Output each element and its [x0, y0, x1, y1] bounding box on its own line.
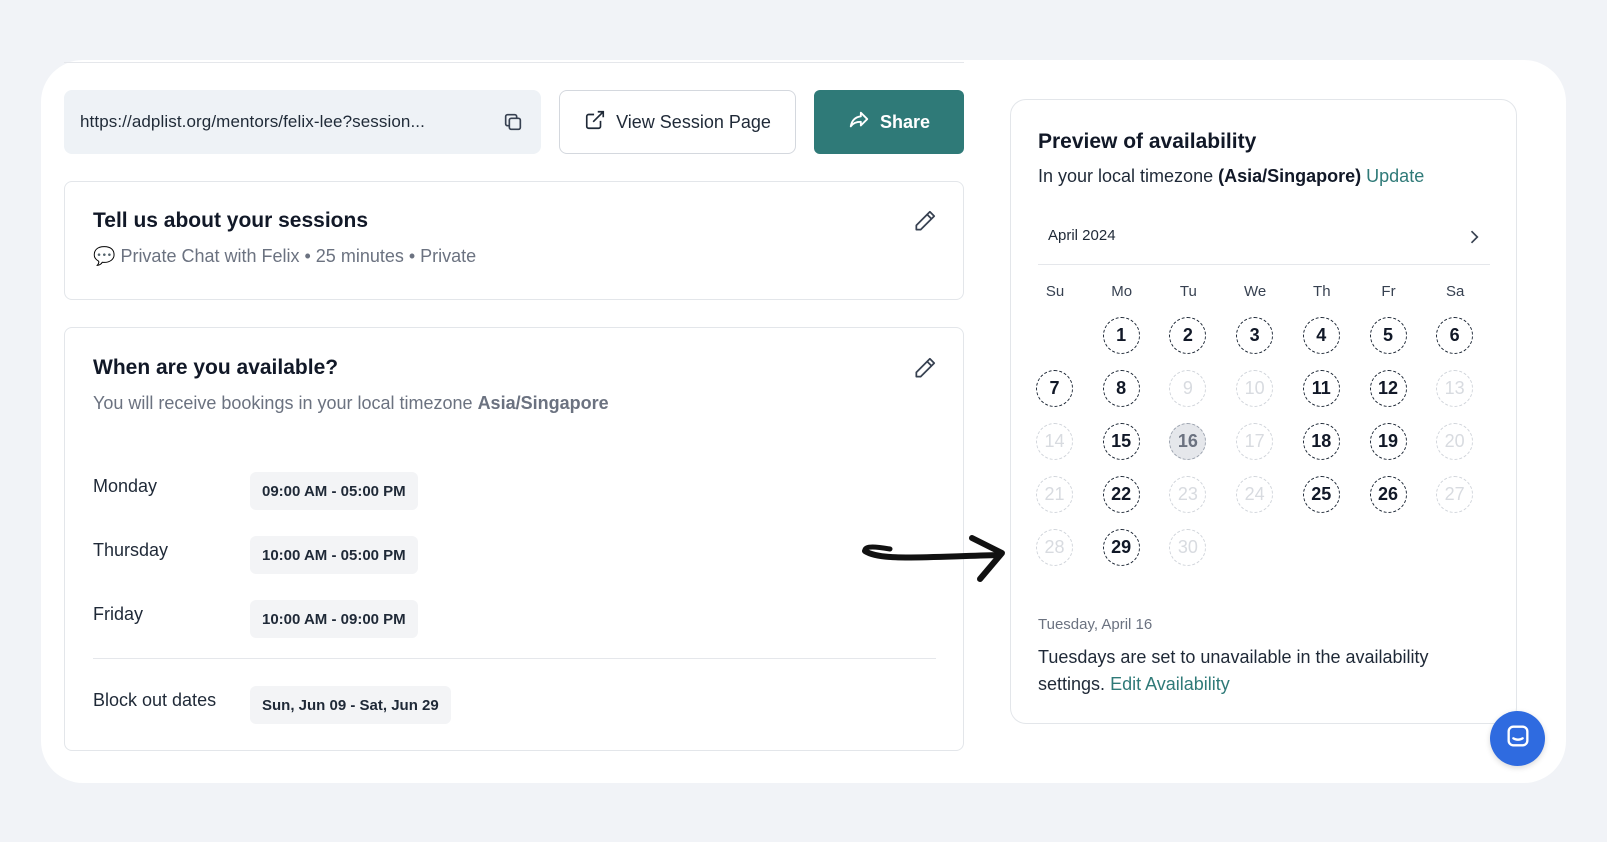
chevron-right-icon[interactable]	[1464, 227, 1484, 247]
sessions-title: Tell us about your sessions	[93, 209, 369, 232]
availability-timezone: Asia/Singapore	[477, 393, 609, 413]
edit-sessions-pencil-icon[interactable]	[912, 208, 938, 234]
calendar-day: 17	[1236, 423, 1274, 460]
schedule-row-friday: Friday 10:00 AM - 09:00 PM	[93, 600, 933, 644]
weekday-header: Fr	[1381, 283, 1396, 300]
preview-title: Preview of availability	[1038, 130, 1257, 153]
weekday-header: Tu	[1179, 283, 1197, 300]
calendar-day[interactable]: 3	[1236, 317, 1274, 354]
calendar-day[interactable]: 8	[1102, 370, 1140, 407]
blockout-row: Block out dates Sun, Jun 09 - Sat, Jun 2…	[93, 686, 933, 730]
calendar-month-header: April 2024	[1038, 215, 1490, 265]
blockout-label: Block out dates	[93, 690, 217, 710]
blockout-chip: Sun, Jun 09 - Sat, Jun 29	[250, 686, 451, 724]
chat-bubble-icon: 💬	[93, 246, 116, 266]
weekday-header: We	[1243, 283, 1267, 300]
divider	[64, 62, 964, 63]
copy-icon[interactable]	[501, 110, 525, 134]
arrow-icon	[862, 535, 1005, 582]
calendar-day: 24	[1236, 476, 1274, 513]
weekday-header: Mo	[1111, 283, 1133, 300]
share-icon	[848, 109, 870, 136]
availability-note-text: Tuesdays are set to unavailable in the a…	[1038, 647, 1429, 694]
calendar-day: 27	[1436, 476, 1474, 513]
calendar-day[interactable]: 16	[1169, 423, 1207, 460]
schedule-divider	[93, 658, 936, 659]
session-url-text: https://adplist.org/mentors/felix-lee?se…	[80, 112, 425, 131]
schedule-row-monday: Monday 09:00 AM - 05:00 PM	[93, 472, 933, 516]
schedule-day: Friday	[93, 604, 144, 624]
calendar-day[interactable]: 1	[1102, 317, 1140, 354]
availability-subtitle: You will receive bookings in your local …	[93, 393, 609, 414]
calendar-day[interactable]: 2	[1169, 317, 1207, 354]
schedule-time-chip: 09:00 AM - 05:00 PM	[250, 472, 418, 510]
sessions-subtitle-text: Private Chat with Felix • 25 minutes • P…	[120, 246, 477, 266]
schedule-time-chip: 10:00 AM - 09:00 PM	[250, 600, 418, 638]
calendar-day[interactable]: 11	[1302, 370, 1340, 407]
external-link-icon	[584, 109, 606, 136]
sessions-subtitle: 💬 Private Chat with Felix • 25 minutes •…	[93, 246, 476, 267]
share-label: Share	[879, 111, 931, 132]
preview-timezone: In your local timezone (Asia/Singapore) …	[1038, 166, 1424, 187]
schedule-day: Monday	[93, 476, 158, 496]
update-timezone-link[interactable]: Update	[1366, 166, 1424, 186]
calendar-day[interactable]: 4	[1302, 317, 1340, 354]
availability-panel: When are you available? You will receive…	[64, 327, 964, 751]
chat-icon	[1504, 722, 1532, 755]
calendar-day[interactable]: 22	[1102, 476, 1140, 513]
calendar-day: 14	[1036, 423, 1073, 460]
view-session-label: View Session Page	[616, 111, 771, 132]
calendar-day[interactable]: 29	[1102, 529, 1140, 566]
calendar-day: 20	[1436, 423, 1474, 460]
availability-title: When are you available?	[93, 356, 339, 379]
calendar-day[interactable]: 19	[1369, 423, 1407, 460]
edit-availability-link[interactable]: Edit Availability	[1110, 674, 1230, 694]
weekday-header: Su	[1045, 283, 1065, 300]
calendar-day: 9	[1169, 370, 1207, 407]
weekday-header: Sa	[1446, 283, 1465, 300]
calendar-day: 13	[1436, 370, 1474, 407]
sessions-panel: Tell us about your sessions 💬 Private Ch…	[64, 181, 964, 300]
availability-note: Tuesdays are set to unavailable in the a…	[1038, 644, 1478, 698]
view-session-page-button[interactable]: View Session Page	[559, 90, 796, 154]
calendar-day: 30	[1169, 529, 1207, 566]
calendar-day[interactable]: 12	[1369, 370, 1407, 407]
calendar-day[interactable]: 18	[1302, 423, 1340, 460]
edit-availability-pencil-icon[interactable]	[912, 355, 938, 381]
calendar-day[interactable]: 6	[1436, 317, 1474, 354]
calendar-day: 10	[1236, 370, 1274, 407]
selected-date-label: Tuesday, April 16	[1038, 616, 1153, 633]
availability-subtitle-text: You will receive bookings in your local …	[93, 393, 473, 413]
availability-preview-panel: Preview of availability In your local ti…	[1010, 99, 1517, 724]
session-url-field[interactable]: https://adplist.org/mentors/felix-lee?se…	[64, 90, 541, 154]
calendar-day[interactable]: 15	[1102, 423, 1140, 460]
calendar-day[interactable]: 5	[1369, 317, 1407, 354]
calendar-day[interactable]: 25	[1302, 476, 1340, 513]
share-button[interactable]: Share	[814, 90, 964, 154]
calendar-day: 28	[1036, 529, 1073, 566]
calendar-day[interactable]: 7	[1036, 370, 1073, 407]
schedule-day: Thursday	[93, 540, 169, 560]
calendar-day: 23	[1169, 476, 1207, 513]
calendar-day[interactable]: 26	[1369, 476, 1407, 513]
schedule-row-thursday: Thursday 10:00 AM - 05:00 PM	[93, 536, 933, 580]
calendar-month-label: April 2024	[1048, 227, 1116, 244]
weekday-header: Th	[1313, 283, 1331, 300]
calendar-day: 21	[1036, 476, 1073, 513]
preview-tz-value: (Asia/Singapore)	[1218, 166, 1362, 186]
schedule-time-chip: 10:00 AM - 05:00 PM	[250, 536, 418, 574]
preview-tz-prefix: In your local timezone	[1038, 166, 1214, 186]
chat-launcher-button[interactable]	[1490, 711, 1545, 766]
